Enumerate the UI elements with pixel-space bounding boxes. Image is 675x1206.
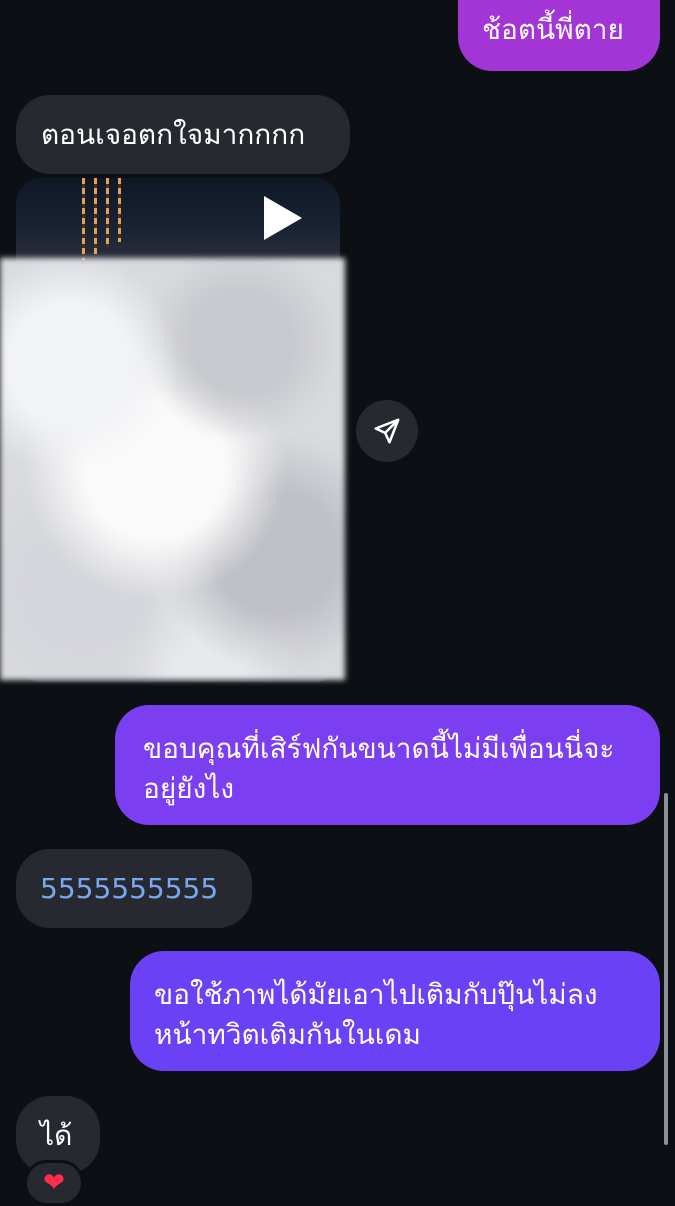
tower-lights [94,178,97,254]
tower-lights [118,178,121,242]
tower-lights [82,178,85,260]
message-text-line: หน้าทวิตเติมกันในเดม [154,1018,422,1051]
message-text-line: ขอบคุณที่เสิร์ฟกันขนาดนี้ไม่มีเพื่อนนี่จ… [143,732,615,765]
message-text-line: ขอใช้ภาพได้มัยเอาไปเติมกับปุ๊นไม่ลง [154,978,598,1011]
heart-reaction[interactable]: ❤ [24,1160,84,1206]
message-text[interactable]: 5555555555 [40,872,218,905]
share-button[interactable] [356,400,418,462]
message-text: ช้อตนี้พี่ตาย [482,13,624,46]
sent-message-bubble[interactable]: ขอบคุณที่เสิร์ฟกันขนาดนี้ไม่มีเพื่อนนี่จ… [115,705,660,825]
scrollbar[interactable] [664,793,668,1145]
sent-message-bubble[interactable]: ขอใช้ภาพได้มัยเอาไปเติมกับปุ๊นไม่ลง หน้า… [130,951,660,1071]
blurred-image [0,258,345,680]
message-text: ตอนเจอตกใจมากกกก [41,118,306,151]
message-text-line: อยู่ยังไง [143,772,235,805]
play-icon[interactable] [264,196,302,240]
received-message-bubble[interactable]: 5555555555 [16,849,252,928]
send-icon [374,418,400,444]
received-message-bubble[interactable]: ตอนเจอตกใจมากกกก [16,95,350,174]
message-text: ได้ [40,1119,73,1152]
heart-icon: ❤ [43,1168,65,1198]
tower-lights [106,178,109,248]
sent-message-bubble[interactable]: ช้อตนี้พี่ตาย [458,0,660,71]
